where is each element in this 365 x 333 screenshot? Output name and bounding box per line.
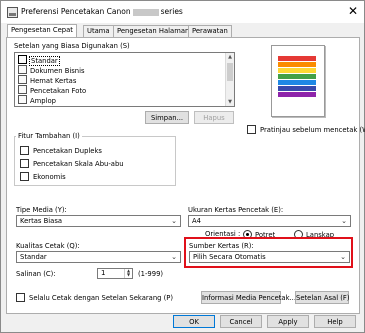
print-quality-label: Kualitas Cetak (Q):: [16, 242, 80, 250]
ok-button[interactable]: OK: [173, 315, 215, 328]
tab-main[interactable]: Utama: [83, 25, 114, 37]
paper-saving-icon: [18, 75, 27, 84]
grayscale-checkbox[interactable]: Pencetakan Skala Abu-abu: [20, 159, 124, 169]
window-title: Preferensi Pencetakan Canon series: [21, 7, 183, 16]
always-print-checkbox[interactable]: Selalu Cetak dengan Setelan Sekarang (P): [16, 293, 173, 303]
media-type-label: Tipe Media (Y):: [16, 206, 67, 214]
envelope-icon: [18, 95, 27, 104]
defaults-button[interactable]: Setelan Asal (F): [295, 291, 349, 304]
chevron-down-icon: ⌄: [171, 253, 177, 261]
checkbox-box[interactable]: [20, 159, 29, 168]
delete-button[interactable]: Hapus: [194, 111, 234, 124]
scroll-down-icon[interactable]: ▼: [226, 98, 234, 106]
tab-maintenance[interactable]: Perawatan: [188, 25, 232, 37]
preview-stripe: [278, 86, 316, 91]
media-type-select[interactable]: Kertas Biasa ⌄: [16, 215, 181, 227]
tab-page-setup[interactable]: Pengesetan Halaman: [113, 25, 194, 37]
page-preview: [271, 45, 325, 117]
highlight-frame: [184, 237, 353, 268]
standard-icon: [18, 55, 27, 64]
chevron-down-icon: ⌄: [171, 217, 177, 225]
business-document-icon: [18, 65, 27, 74]
preview-before-print-checkbox[interactable]: Pratinjau sebelum mencetak (W): [247, 125, 365, 135]
apply-button[interactable]: Apply: [267, 315, 309, 328]
preview-stripe: [278, 62, 316, 67]
scroll-thumb[interactable]: [227, 63, 233, 81]
paper-size-label: Ukuran Kertas Pencetak (E):: [188, 206, 284, 214]
preview-stripe: [278, 68, 316, 73]
printing-preferences-window: Preferensi Pencetakan Canon series ✕ Peng…: [0, 0, 365, 333]
help-button[interactable]: Help: [314, 315, 356, 328]
title-bar: Preferensi Pencetakan Canon series ✕: [1, 1, 364, 23]
scroll-up-icon[interactable]: ▲: [226, 53, 234, 61]
common-settings-label: Setelan yang Biasa Digunakan (S): [14, 42, 130, 50]
tab-quick-setup[interactable]: Pengesetan Cepat: [7, 24, 77, 37]
economy-checkbox[interactable]: Ekonomis: [20, 172, 66, 182]
preview-stripe: [278, 80, 316, 85]
preview-stripe: [278, 92, 316, 97]
paper-size-select[interactable]: A4 ⌄: [188, 215, 351, 227]
cancel-button[interactable]: Cancel: [220, 315, 262, 328]
printer-icon: [7, 7, 18, 18]
additional-features-label: Fitur Tambahan (I): [16, 132, 82, 140]
checkbox-box[interactable]: [247, 125, 256, 134]
print-quality-select[interactable]: Standar ⌄: [16, 251, 181, 263]
preview-stripe: [278, 74, 316, 79]
photo-printing-icon: [18, 85, 27, 94]
duplex-checkbox[interactable]: Pencetakan Dupleks: [20, 146, 102, 156]
list-item[interactable]: Hemat Kertas: [18, 75, 76, 85]
checkbox-box[interactable]: [20, 146, 29, 155]
media-info-button[interactable]: Informasi Media Pencetak...: [201, 291, 296, 304]
spinner-arrows-icon[interactable]: ▲ ▼: [124, 269, 132, 278]
checkbox-box[interactable]: [20, 172, 29, 181]
copies-label: Salinan (C):: [16, 270, 56, 278]
redacted-model-name: [132, 8, 159, 16]
save-button[interactable]: Simpan...: [145, 111, 189, 124]
checkbox-box[interactable]: [16, 293, 25, 302]
copies-range: (1-999): [138, 270, 164, 278]
list-item[interactable]: Dokumen Bisnis: [18, 65, 85, 75]
common-settings-list[interactable]: Standar Dokumen Bisnis Hemat Kertas Penc…: [14, 52, 235, 107]
close-icon[interactable]: ✕: [348, 4, 358, 18]
list-scrollbar[interactable]: ▲ ▼: [225, 53, 234, 106]
list-item[interactable]: Amplop: [18, 95, 56, 105]
copies-spinner[interactable]: 1 ▲ ▼: [97, 268, 133, 279]
list-item[interactable]: Standar: [18, 55, 60, 66]
preview-stripe: [278, 56, 316, 61]
chevron-down-icon: ⌄: [341, 217, 347, 225]
list-item[interactable]: Pencetakan Foto: [18, 85, 86, 95]
